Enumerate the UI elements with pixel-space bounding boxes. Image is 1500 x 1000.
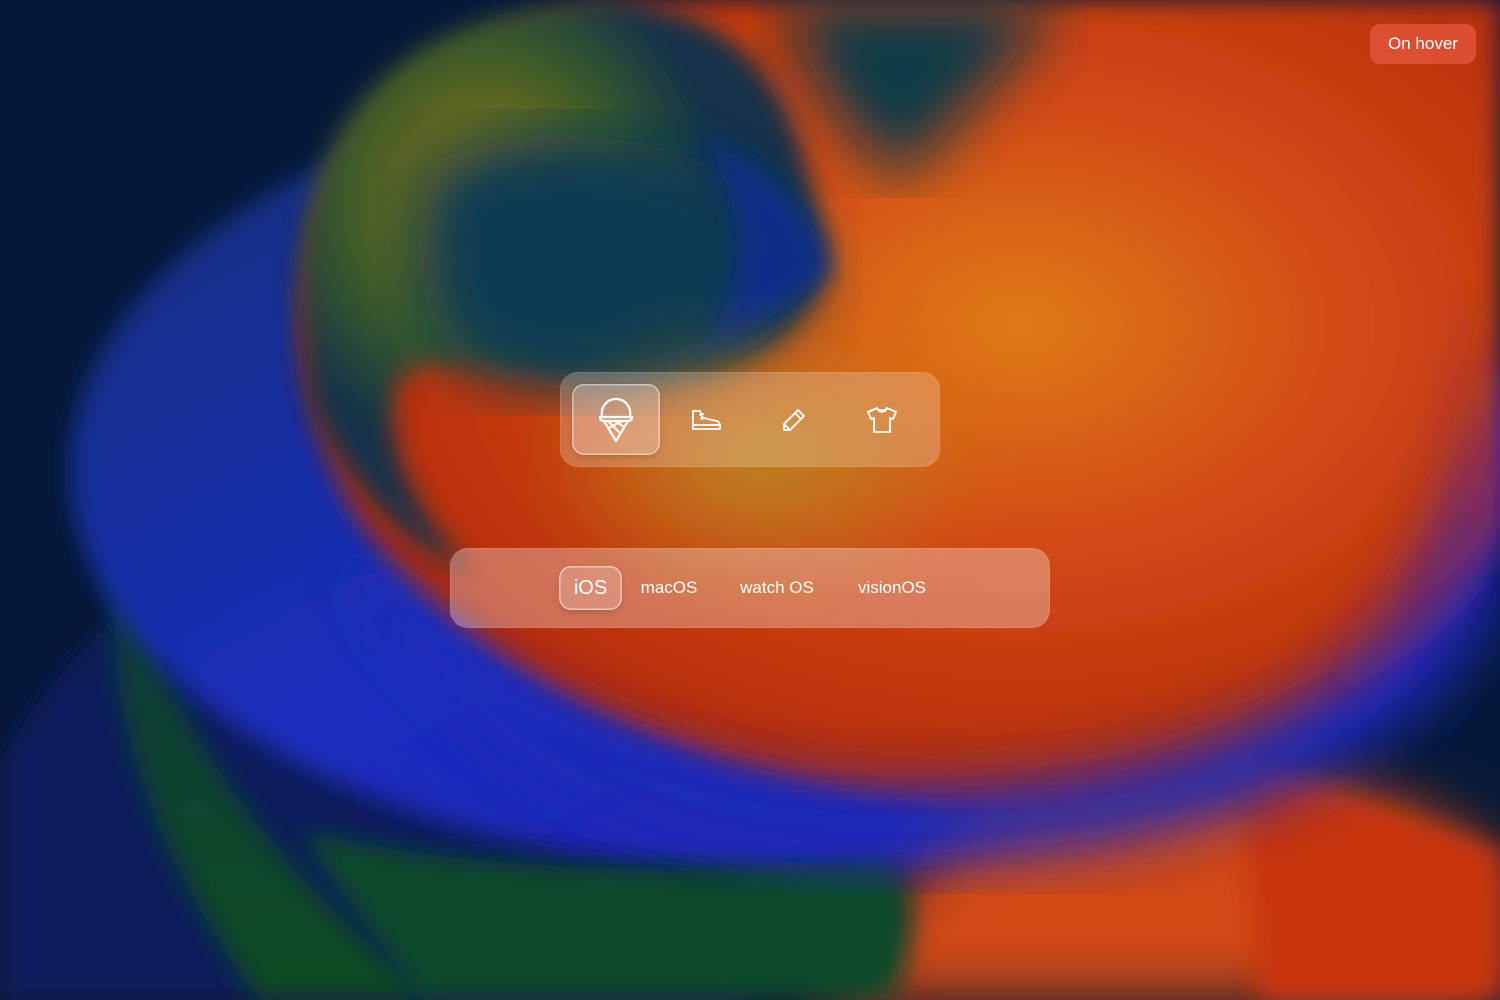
os-segmented-control: iOS macOS watch OS visionOS [450, 548, 1050, 628]
segment-ice-cream[interactable] [572, 384, 660, 455]
pencil-icon [783, 408, 805, 431]
tab-ios[interactable]: iOS [559, 566, 622, 610]
segment-pencil[interactable] [750, 384, 838, 455]
segment-t-shirt[interactable] [838, 384, 926, 455]
sneaker-icon [692, 409, 721, 430]
tab-visionos[interactable]: visionOS [848, 566, 936, 610]
tab-macos[interactable]: macOS [632, 566, 706, 610]
wallpaper-background [0, 0, 1500, 1000]
tab-watchos[interactable]: watch OS [730, 566, 824, 610]
icon-segmented-control [560, 372, 940, 467]
on-hover-button[interactable]: On hover [1370, 24, 1476, 64]
ice-cream-icon [598, 397, 634, 442]
segment-sneaker[interactable] [662, 384, 750, 455]
t-shirt-icon [867, 406, 897, 433]
